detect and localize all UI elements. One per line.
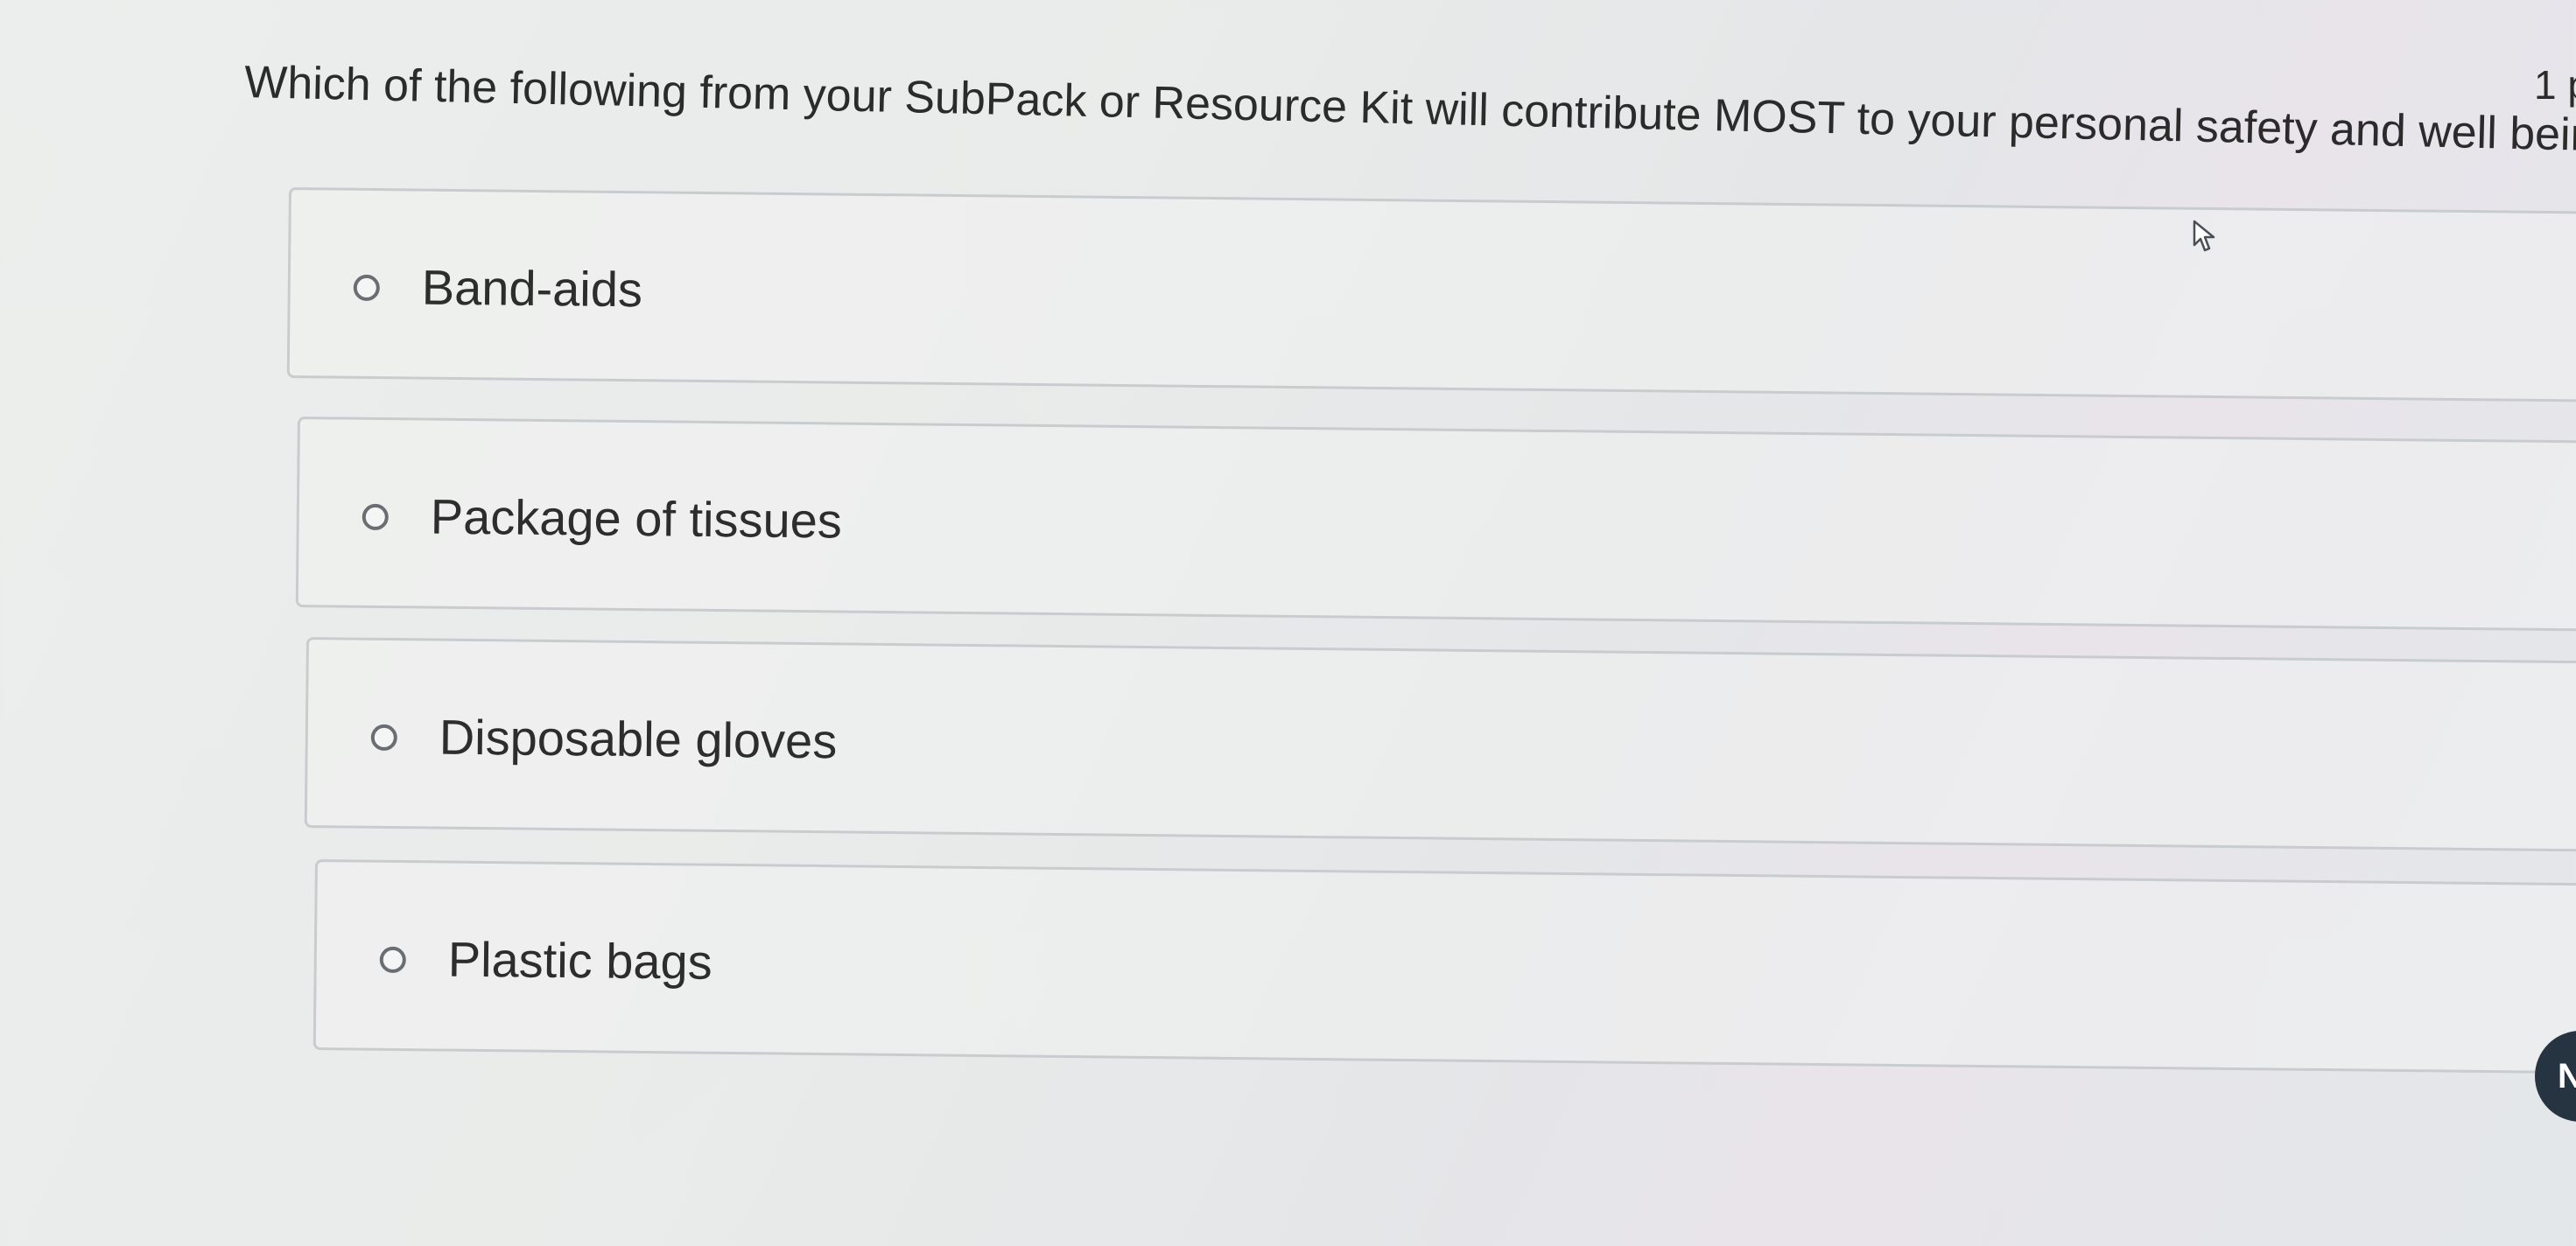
answer-option-label: Package of tissues: [430, 488, 843, 549]
mouse-pointer-icon: [2193, 220, 2215, 252]
radio-unselected-icon[interactable]: [361, 503, 389, 531]
answer-option-label: Disposable gloves: [439, 709, 838, 769]
answer-option-plastic-bags[interactable]: Plastic bags: [312, 859, 2576, 1075]
answer-option-package-of-tissues[interactable]: Package of tissues: [295, 416, 2576, 633]
answer-option-disposable-gloves[interactable]: Disposable gloves: [304, 637, 2576, 853]
answer-option-label: Band-aids: [421, 259, 643, 318]
radio-unselected-icon[interactable]: [370, 724, 397, 752]
radio-unselected-icon[interactable]: [353, 274, 380, 302]
quiz-screen: Which of the following from your SubPack…: [0, 0, 2576, 1246]
radio-unselected-icon[interactable]: [379, 946, 406, 974]
answer-option-label: Plastic bags: [447, 931, 713, 990]
question-text: Which of the following from your SubPack…: [243, 56, 2576, 163]
answer-option-band-aids[interactable]: Band-aids: [286, 187, 2576, 403]
points-label: 1 p: [2534, 62, 2576, 108]
